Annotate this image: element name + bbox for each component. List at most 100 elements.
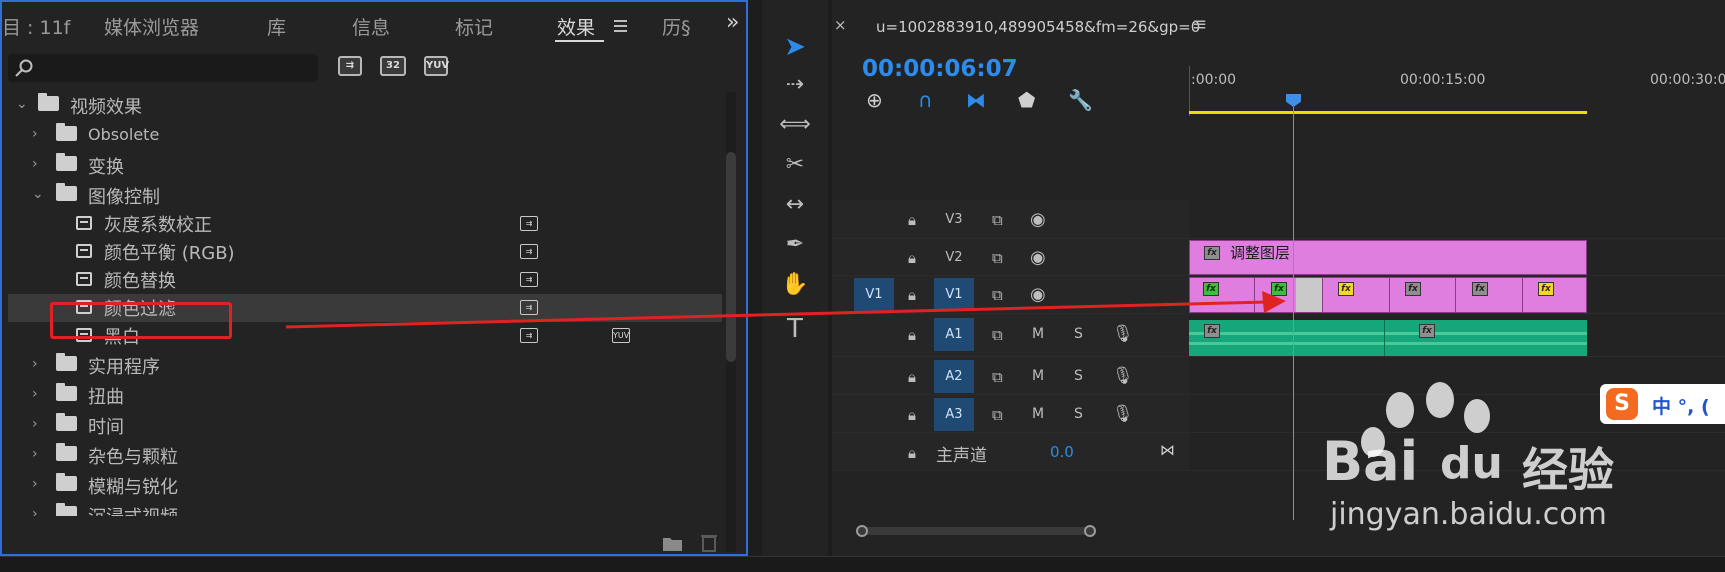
lock-icon[interactable]: 🔒︎ <box>908 286 916 304</box>
tree-folder-time[interactable]: › 时间 <box>8 412 722 440</box>
tree-folder-distort[interactable]: › 扭曲 <box>8 382 722 410</box>
adjustment-layer-clip[interactable]: fx 调整图层 <box>1189 240 1587 275</box>
lock-icon[interactable]: 🔒︎ <box>908 211 916 229</box>
solo-button[interactable]: S <box>1074 368 1083 384</box>
pen-tool-icon[interactable]: ✒ <box>762 232 828 268</box>
tree-folder-immersive-video[interactable]: › 沉浸式视频 <box>8 502 722 516</box>
track-name-v1[interactable]: V1 <box>934 278 974 311</box>
track-name-a2[interactable]: A2 <box>934 360 974 393</box>
close-sequence-icon[interactable]: × <box>834 16 847 34</box>
microphone-icon[interactable]: 🎙︎ <box>1112 324 1134 344</box>
32bit-filter-icon[interactable]: 32 <box>380 56 406 76</box>
wrench-settings-icon[interactable]: 🔧 <box>1068 88 1093 112</box>
track-name-a1[interactable]: A1 <box>934 318 974 351</box>
tree-effect-gamma-correction[interactable]: 灰度系数校正 ⇉ <box>8 210 722 238</box>
snap-magnet-icon[interactable]: ∩ <box>918 88 933 112</box>
scroll-handle-right[interactable] <box>1084 525 1096 537</box>
playhead-timecode[interactable]: 00:00:06:07 <box>862 56 1018 82</box>
ripple-edit-tool-icon[interactable]: ⟺ <box>762 112 828 148</box>
tab-markers[interactable]: 标记 <box>455 13 493 40</box>
tree-scrollbar-thumb[interactable] <box>726 152 736 362</box>
type-tool-icon[interactable]: T <box>762 314 828 350</box>
track-name-v2[interactable]: V2 <box>934 241 974 274</box>
tab-info[interactable]: 信息 <box>352 13 390 40</box>
playhead-line[interactable] <box>1293 104 1294 520</box>
yuv-filter-icon[interactable]: YUV <box>424 56 449 76</box>
lock-icon[interactable]: 🔒︎ <box>908 406 916 424</box>
tree-effect-color-balance-rgb[interactable]: 颜色平衡 (RGB) ⇉ <box>8 238 722 266</box>
sequence-tab[interactable]: u=1002883910,489905458&fm=26&gp=0 <box>876 18 1200 36</box>
master-volume-value[interactable]: 0.0 <box>1050 443 1074 461</box>
chevron-right-icon[interactable]: › <box>32 156 38 172</box>
razor-tool-icon[interactable]: ✂ <box>762 152 828 188</box>
timeline-zoom-scrollbar[interactable] <box>856 527 1096 535</box>
v1-clip-1[interactable]: fx <box>1203 282 1219 296</box>
tree-folder-image-control[interactable]: ⌄ 图像控制 <box>8 182 722 210</box>
tab-media-browser[interactable]: 媒体浏览器 <box>104 13 199 40</box>
tab-libraries[interactable]: 库 <box>267 13 286 40</box>
sync-lock-icon[interactable]: ⧉ <box>992 286 1003 304</box>
eye-icon[interactable]: ◉ <box>1030 209 1046 230</box>
tree-folder-noise-grain[interactable]: › 杂色与颗粒 <box>8 442 722 470</box>
v1-clip-2[interactable]: fx <box>1271 282 1287 296</box>
search-input[interactable] <box>8 54 318 82</box>
chevron-right-icon[interactable]: › <box>32 416 38 432</box>
sync-lock-icon[interactable]: ⧉ <box>992 211 1003 229</box>
microphone-icon[interactable]: 🎙︎ <box>1112 404 1134 424</box>
track-name-a3[interactable]: A3 <box>934 398 974 431</box>
mute-button[interactable]: M <box>1032 326 1044 342</box>
selected-clip-region[interactable] <box>1296 278 1323 312</box>
lock-icon[interactable]: 🔒︎ <box>908 326 916 344</box>
trash-icon[interactable] <box>700 532 718 552</box>
chevron-right-icon[interactable]: › <box>32 506 38 516</box>
mute-button[interactable]: M <box>1032 406 1044 422</box>
tab-history[interactable]: 历§ <box>662 13 691 40</box>
microphone-icon[interactable]: 🎙︎ <box>1112 366 1134 386</box>
slip-tool-icon[interactable]: ↔ <box>762 192 828 228</box>
lock-icon[interactable]: 🔒︎ <box>908 444 916 462</box>
chevron-down-icon[interactable]: ⌄ <box>32 186 44 202</box>
accelerated-effects-filter-icon[interactable]: ⇉ <box>338 56 362 76</box>
tree-folder-blur-sharpen[interactable]: › 模糊与锐化 <box>8 472 722 500</box>
chevron-right-icon[interactable]: › <box>32 446 38 462</box>
tree-folder-obsolete[interactable]: › Obsolete <box>8 122 722 150</box>
sync-lock-icon[interactable]: ⧉ <box>992 368 1003 386</box>
solo-button[interactable]: S <box>1074 406 1083 422</box>
eye-icon[interactable]: ◉ <box>1030 247 1046 268</box>
sequence-menu-icon[interactable]: ≡ <box>1192 14 1207 35</box>
ime-status-text[interactable]: 中 °, ( <box>1652 392 1710 419</box>
panel-overflow-icon[interactable]: » <box>726 10 739 35</box>
track-name-v3[interactable]: V3 <box>934 203 974 236</box>
sync-lock-icon[interactable]: ⧉ <box>992 326 1003 344</box>
tree-effect-color-replace[interactable]: 颜色替换 ⇉ <box>8 266 722 294</box>
add-marker-icon[interactable]: ⬟ <box>1018 88 1035 112</box>
a1-audio-clip[interactable] <box>1189 320 1587 356</box>
sogou-ime-logo[interactable]: S <box>1606 388 1638 420</box>
hand-tool-icon[interactable]: ✋ <box>762 272 828 308</box>
selection-tool-icon[interactable]: ➤ <box>762 32 828 68</box>
tab-project[interactable]: 目 : 11f <box>2 13 70 40</box>
source-patch-v1[interactable]: V1 <box>854 278 894 311</box>
lock-icon[interactable]: 🔒︎ <box>908 249 916 267</box>
tree-folder-video-effects[interactable]: ⌄ 视频效果 <box>8 92 722 120</box>
tree-folder-utility[interactable]: › 实用程序 <box>8 352 722 380</box>
effects-menu-icon[interactable] <box>614 20 627 35</box>
lock-icon[interactable]: 🔒︎ <box>908 368 916 386</box>
work-area-bar[interactable] <box>1189 111 1587 114</box>
linked-selection-icon[interactable]: ⧓ <box>966 88 986 112</box>
solo-button[interactable]: S <box>1074 326 1083 342</box>
eye-icon[interactable]: ◉ <box>1030 284 1046 305</box>
chevron-down-icon[interactable]: ⌄ <box>16 96 28 112</box>
scroll-handle-left[interactable] <box>856 525 868 537</box>
chevron-right-icon[interactable]: › <box>32 476 38 492</box>
track-select-tool-icon[interactable]: ⇢ <box>762 72 828 108</box>
v1-clip-3[interactable]: fx <box>1338 282 1354 296</box>
v1-clip-6[interactable]: fx <box>1538 282 1554 296</box>
sync-lock-icon[interactable]: ⧉ <box>992 406 1003 424</box>
new-bin-icon[interactable] <box>662 534 684 552</box>
v1-clip-4[interactable]: fx <box>1405 282 1421 296</box>
nest-toggle-icon[interactable]: ⊕ <box>866 88 883 112</box>
tab-effects[interactable]: 效果 <box>557 13 595 40</box>
chevron-right-icon[interactable]: › <box>32 356 38 372</box>
chevron-right-icon[interactable]: › <box>32 126 38 142</box>
